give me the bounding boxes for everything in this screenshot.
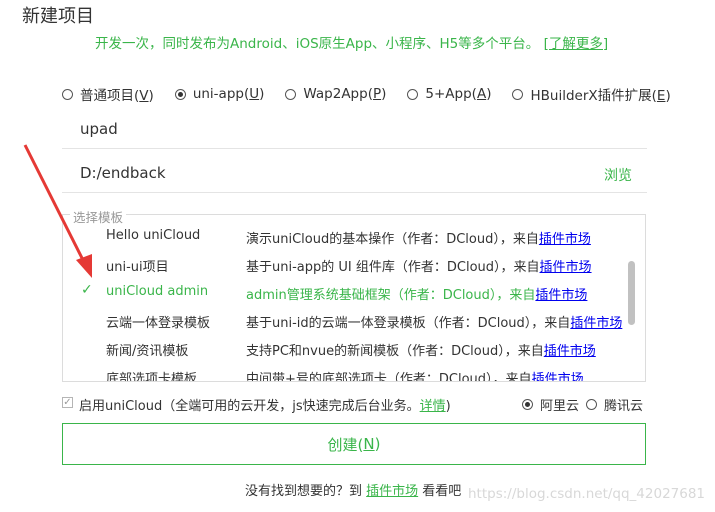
dialog-title: 新建项目 xyxy=(22,6,94,27)
radio-selected-icon[interactable] xyxy=(522,399,533,410)
radio-icon[interactable] xyxy=(586,399,597,410)
dialog-subtitle: 开发一次，同时发布为Android、iOS原生App、小程序、H5等多个平台。 … xyxy=(95,32,608,52)
template-row-selected[interactable]: ✓ uniCloud admin admin管理系统基础框架（作者：DCloud… xyxy=(63,279,623,307)
subtitle-text: 开发一次，同时发布为Android、iOS原生App、小程序、H5等多个平台。 xyxy=(95,36,540,52)
type-label: HBuilderX插件扩展(E) xyxy=(530,88,671,104)
type-option-hbuilderx-plugin[interactable]: HBuilderX插件扩展(E) xyxy=(512,84,671,104)
plugin-market-link[interactable]: 插件市场 xyxy=(535,288,587,303)
unicloud-options: ✓ 启用uniCloud（全端可用的云开发，js快速完成后台业务。详情) 阿里云… xyxy=(62,395,647,414)
project-name-field[interactable]: upad xyxy=(62,112,647,149)
project-path-value[interactable]: D:/endback xyxy=(80,164,166,182)
radio-icon[interactable] xyxy=(285,88,297,100)
template-legend: 选择模板 xyxy=(70,207,127,226)
template-row[interactable]: 底部选项卡模板 中间带+号的底部选项卡（作者：DCloud），来自插件市场 xyxy=(63,363,623,382)
footer-plugin-market-link[interactable]: 插件市场 xyxy=(366,484,418,499)
unicloud-checkbox[interactable]: ✓ xyxy=(62,397,73,408)
provider-tencent[interactable]: 腾讯云 xyxy=(586,395,643,414)
footer-hint: 没有找到想要的？到 插件市场 看看吧 xyxy=(245,484,462,499)
type-option-5plus[interactable]: 5+App(A) xyxy=(407,84,491,104)
template-name: 云端一体登录模板 xyxy=(106,316,211,331)
template-row[interactable]: 新闻/资讯模板 支持PC和nvue的新闻模板（作者：DCloud），来自插件市场 xyxy=(63,335,623,363)
plugin-market-link[interactable]: 插件市场 xyxy=(532,372,584,381)
template-desc: 基于uni-id的云端一体登录模板（作者：DCloud），来自插件市场 xyxy=(246,316,623,331)
type-label: Wap2App(P) xyxy=(303,86,387,102)
create-button[interactable]: 创建(N) xyxy=(62,423,646,465)
browse-button[interactable]: 浏览 xyxy=(604,165,632,185)
checkmark-icon: ✓ xyxy=(81,282,93,298)
template-scrollbar[interactable] xyxy=(628,261,635,325)
template-name: uniCloud admin xyxy=(106,284,209,299)
radio-icon[interactable] xyxy=(62,88,73,100)
provider-label: 腾讯云 xyxy=(604,399,644,414)
template-name: Hello uniCloud xyxy=(106,228,201,243)
template-desc: 演示uniCloud的基本操作（作者：DCloud），来自插件市场 xyxy=(246,232,591,247)
project-name-value[interactable]: upad xyxy=(80,120,118,138)
type-label: 普通项目(V) xyxy=(80,88,154,104)
template-desc: 基于uni-app的 UI 组件库（作者：DCloud），来自插件市场 xyxy=(246,260,592,275)
radio-icon[interactable] xyxy=(512,88,524,100)
template-desc: admin管理系统基础框架（作者：DCloud），来自插件市场 xyxy=(246,288,588,303)
type-option-wap2app[interactable]: Wap2App(P) xyxy=(285,84,386,104)
template-list[interactable]: Hello uniCloud 演示uniCloud的基本操作（作者：DCloud… xyxy=(62,214,646,382)
plugin-market-link[interactable]: 插件市场 xyxy=(570,316,622,331)
template-row[interactable]: Hello uniCloud 演示uniCloud的基本操作（作者：DCloud… xyxy=(63,223,623,251)
template-desc: 支持PC和nvue的新闻模板（作者：DCloud），来自插件市场 xyxy=(246,344,596,359)
template-name: uni-ui项目 xyxy=(106,260,169,275)
plugin-market-link[interactable]: 插件市场 xyxy=(539,232,591,247)
plugin-market-link[interactable]: 插件市场 xyxy=(544,344,596,359)
provider-aliyun[interactable]: 阿里云 xyxy=(522,395,579,414)
watermark: https://blog.csdn.net/qq_42027681 xyxy=(468,486,706,502)
radio-selected-icon[interactable] xyxy=(174,88,186,100)
type-option-normal[interactable]: 普通项目(V) xyxy=(62,84,154,104)
type-label: uni-app(U) xyxy=(192,86,265,102)
template-row[interactable]: 云端一体登录模板 基于uni-id的云端一体登录模板（作者：DCloud），来自… xyxy=(63,307,623,335)
project-path-field[interactable]: D:/endback 浏览 xyxy=(62,156,647,193)
project-type-group: 普通项目(V) uni-app(U) Wap2App(P) 5+App(A) H… xyxy=(62,84,671,104)
unicloud-label: 启用uniCloud（全端可用的云开发，js快速完成后台业务。详情) xyxy=(79,399,451,414)
type-label: 5+App(A) xyxy=(425,86,492,102)
template-desc: 中间带+号的底部选项卡（作者：DCloud），来自插件市场 xyxy=(246,368,584,381)
template-row[interactable]: uni-ui项目 基于uni-app的 UI 组件库（作者：DCloud），来自… xyxy=(63,251,623,279)
template-name: 新闻/资讯模板 xyxy=(106,344,189,359)
plugin-market-link[interactable]: 插件市场 xyxy=(540,260,592,275)
template-name: 底部选项卡模板 xyxy=(106,372,198,382)
radio-icon[interactable] xyxy=(407,88,419,100)
provider-label: 阿里云 xyxy=(540,399,580,414)
type-option-uniapp[interactable]: uni-app(U) xyxy=(174,84,265,104)
detail-link[interactable]: 详情 xyxy=(420,399,446,414)
learn-more-link[interactable]: [了解更多] xyxy=(544,36,609,52)
